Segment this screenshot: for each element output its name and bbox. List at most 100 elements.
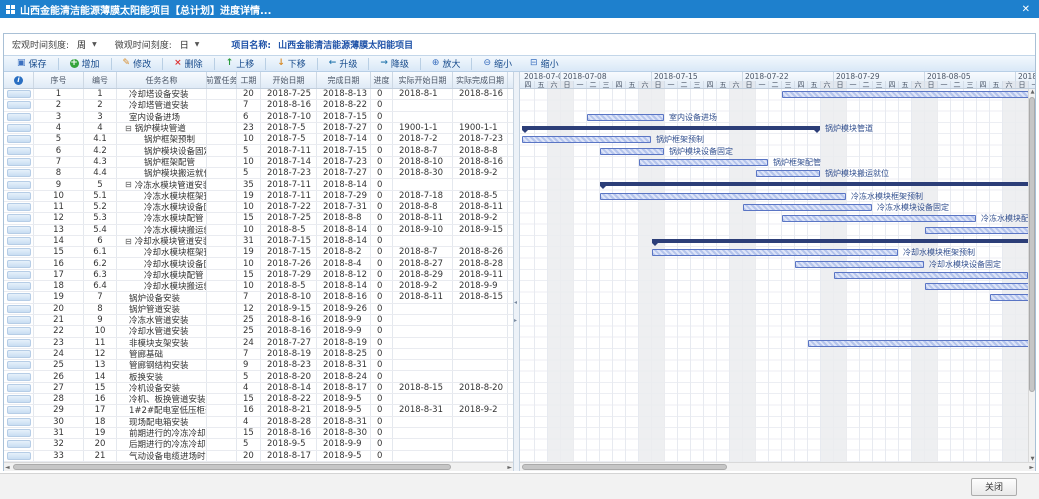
gantt-task-bar[interactable]	[652, 249, 898, 256]
gantt-summary-bar[interactable]	[652, 239, 1035, 243]
gantt-vertical-scrollbar[interactable]: ▲ ▼	[1028, 89, 1035, 462]
demote-button[interactable]: →降级	[371, 57, 418, 70]
column-header-seq[interactable]: 序号	[34, 72, 84, 88]
gantt-task-bar[interactable]	[522, 136, 651, 143]
table-row[interactable]: 186.4冷却水模块搬运就位102018-8-52018-8-1402018-9…	[4, 281, 513, 292]
table-row[interactable]: 219冷冻水管道安装252018-8-162018-9-90	[4, 315, 513, 326]
row-indicator[interactable]	[7, 101, 31, 109]
row-indicator[interactable]	[7, 282, 31, 290]
table-row[interactable]: 135.4冷冻水模块搬运就位102018-8-52018-8-1402018-9…	[4, 225, 513, 236]
gantt-horizontal-scrollbar[interactable]: ►	[520, 462, 1035, 471]
gantt-task-bar[interactable]	[743, 204, 872, 211]
table-row[interactable]: 208锅炉管道安装122018-9-152018-9-260	[4, 304, 513, 315]
scroll-left-icon[interactable]: ◄	[5, 463, 10, 471]
column-header-rowmark[interactable]: i	[4, 72, 34, 88]
column-header-code[interactable]: 编号	[84, 72, 117, 88]
gantt-task-bar[interactable]	[600, 193, 846, 200]
row-indicator[interactable]	[7, 226, 31, 234]
table-row[interactable]: 11冷却塔设备安装202018-7-252018-8-1302018-8-120…	[4, 89, 513, 100]
table-row[interactable]: 95⊟冷冻水模块管道安装352018-7-112018-8-140	[4, 179, 513, 190]
row-indicator[interactable]	[7, 181, 31, 189]
row-indicator[interactable]	[7, 395, 31, 403]
table-row[interactable]: 197锅炉设备安装72018-8-102018-8-1602018-8-1120…	[4, 292, 513, 303]
table-row[interactable]: 156.1冷却水模块框架预制192018-7-152018-8-202018-8…	[4, 247, 513, 258]
collapse-icon[interactable]: ⊟	[125, 124, 132, 133]
table-row[interactable]: 2210冷却水管道安装252018-8-162018-9-90	[4, 326, 513, 337]
row-indicator[interactable]	[7, 147, 31, 155]
zoomout-button[interactable]: ⊖缩小	[474, 57, 521, 70]
promote-button[interactable]: ←升级	[320, 57, 367, 70]
column-header-start[interactable]: 开始日期	[261, 72, 317, 88]
row-indicator[interactable]	[7, 124, 31, 132]
column-header-finish[interactable]: 完成日期	[317, 72, 371, 88]
column-header-astart[interactable]: 实际开始日期	[393, 72, 453, 88]
close-button[interactable]: 关闭	[971, 478, 1017, 496]
scroll-right-icon[interactable]: ►	[507, 463, 512, 471]
up-button[interactable]: ↑上移	[217, 57, 264, 70]
row-indicator[interactable]	[7, 90, 31, 98]
table-row[interactable]: 84.4锅炉模块搬运就位52018-7-232018-7-2702018-8-3…	[4, 168, 513, 179]
gantt-vscroll-thumb[interactable]	[1029, 97, 1035, 392]
row-indicator[interactable]	[7, 452, 31, 460]
row-indicator[interactable]	[7, 384, 31, 392]
table-row[interactable]: 3018现场配电箱安装42018-8-282018-8-310	[4, 417, 513, 428]
table-row[interactable]: 74.3锅炉框架配管102018-7-142018-7-2302018-8-10…	[4, 157, 513, 168]
table-row[interactable]: 3321气动设备电缆进场时间202018-8-172018-9-50	[4, 451, 513, 462]
row-indicator[interactable]	[7, 135, 31, 143]
gantt-task-bar[interactable]	[600, 148, 664, 155]
zoomin-button[interactable]: ⊕放大	[423, 57, 470, 70]
scroll-down-icon[interactable]: ▼	[1029, 456, 1035, 462]
row-indicator[interactable]	[7, 406, 31, 414]
gantt-hscroll-thumb[interactable]	[522, 464, 727, 470]
window-close-icon[interactable]: ✕	[1019, 4, 1033, 15]
row-indicator[interactable]	[7, 440, 31, 448]
save-button[interactable]: ▣保存	[8, 57, 56, 70]
table-row[interactable]: 146⊟冷却水模块管道安装312018-7-152018-8-140	[4, 236, 513, 247]
column-header-pred[interactable]: 前置任务	[207, 72, 237, 88]
row-indicator[interactable]	[7, 158, 31, 166]
collapse-icon[interactable]: ⊟	[125, 237, 132, 246]
gantt-task-bar[interactable]	[834, 272, 1028, 279]
row-indicator[interactable]	[7, 203, 31, 211]
gantt-task-bar[interactable]	[925, 227, 1035, 234]
table-hscroll-thumb[interactable]	[13, 464, 451, 470]
macro-scale-select[interactable]: 周 ▼	[73, 38, 97, 51]
table-row[interactable]: 176.3冷却水模块配管152018-7-292018-8-1202018-8-…	[4, 270, 513, 281]
row-indicator[interactable]	[7, 418, 31, 426]
column-header-afinish[interactable]: 实际完成日期	[453, 72, 508, 88]
add-button[interactable]: +增加	[61, 57, 109, 70]
table-row[interactable]: 3119前期进行的冷冻冷却冷却塔电缆进152018-8-162018-8-300	[4, 428, 513, 439]
row-indicator[interactable]	[7, 327, 31, 335]
scroll-up-icon[interactable]: ▲	[1029, 89, 1035, 95]
row-indicator[interactable]	[7, 305, 31, 313]
column-header-name[interactable]: 任务名称	[117, 72, 207, 88]
gantt-task-bar[interactable]	[587, 114, 664, 121]
splitter-collapse-icon[interactable]: ◂	[514, 300, 517, 306]
down-button[interactable]: ↓下移	[268, 57, 315, 70]
gantt-task-bar[interactable]	[782, 215, 976, 222]
table-row[interactable]: 2715冷机设备安装42018-8-142018-8-1702018-8-152…	[4, 383, 513, 394]
delete-button[interactable]: ×删除	[165, 57, 212, 70]
table-row[interactable]: 33室内设备进场62018-7-102018-7-150	[4, 112, 513, 123]
row-indicator[interactable]	[7, 373, 31, 381]
column-header-prog[interactable]: 进度	[371, 72, 393, 88]
table-horizontal-scrollbar[interactable]: ◄ ►	[4, 462, 513, 471]
row-indicator[interactable]	[7, 350, 31, 358]
row-indicator[interactable]	[7, 248, 31, 256]
edit-button[interactable]: ✎修改	[114, 57, 161, 70]
shrink-button[interactable]: ⊟缩小	[521, 57, 568, 70]
row-indicator[interactable]	[7, 293, 31, 301]
gantt-task-bar[interactable]	[808, 340, 1035, 347]
row-indicator[interactable]	[7, 339, 31, 347]
table-row[interactable]: 2311非模块支架安装242018-7-272018-8-190	[4, 338, 513, 349]
row-indicator[interactable]	[7, 361, 31, 369]
table-row[interactable]: 3220后期进行的冷冻冷却冷却塔电缆敷52018-9-52018-9-90	[4, 439, 513, 450]
table-row[interactable]: 29171#2#配电室低压柜部分安装162018-8-212018-9-5020…	[4, 405, 513, 416]
table-row[interactable]: 2614板换安装52018-8-202018-8-240	[4, 371, 513, 382]
splitter-expand-icon[interactable]: ▸	[514, 318, 517, 324]
table-row[interactable]: 2513管廊钢结构安装92018-8-232018-8-310	[4, 360, 513, 371]
table-row[interactable]: 2412管廊基础72018-8-192018-8-250	[4, 349, 513, 360]
table-row[interactable]: 2816冷机、板换管道安装152018-8-222018-9-50	[4, 394, 513, 405]
gantt-task-bar[interactable]	[639, 159, 768, 166]
row-indicator[interactable]	[7, 271, 31, 279]
